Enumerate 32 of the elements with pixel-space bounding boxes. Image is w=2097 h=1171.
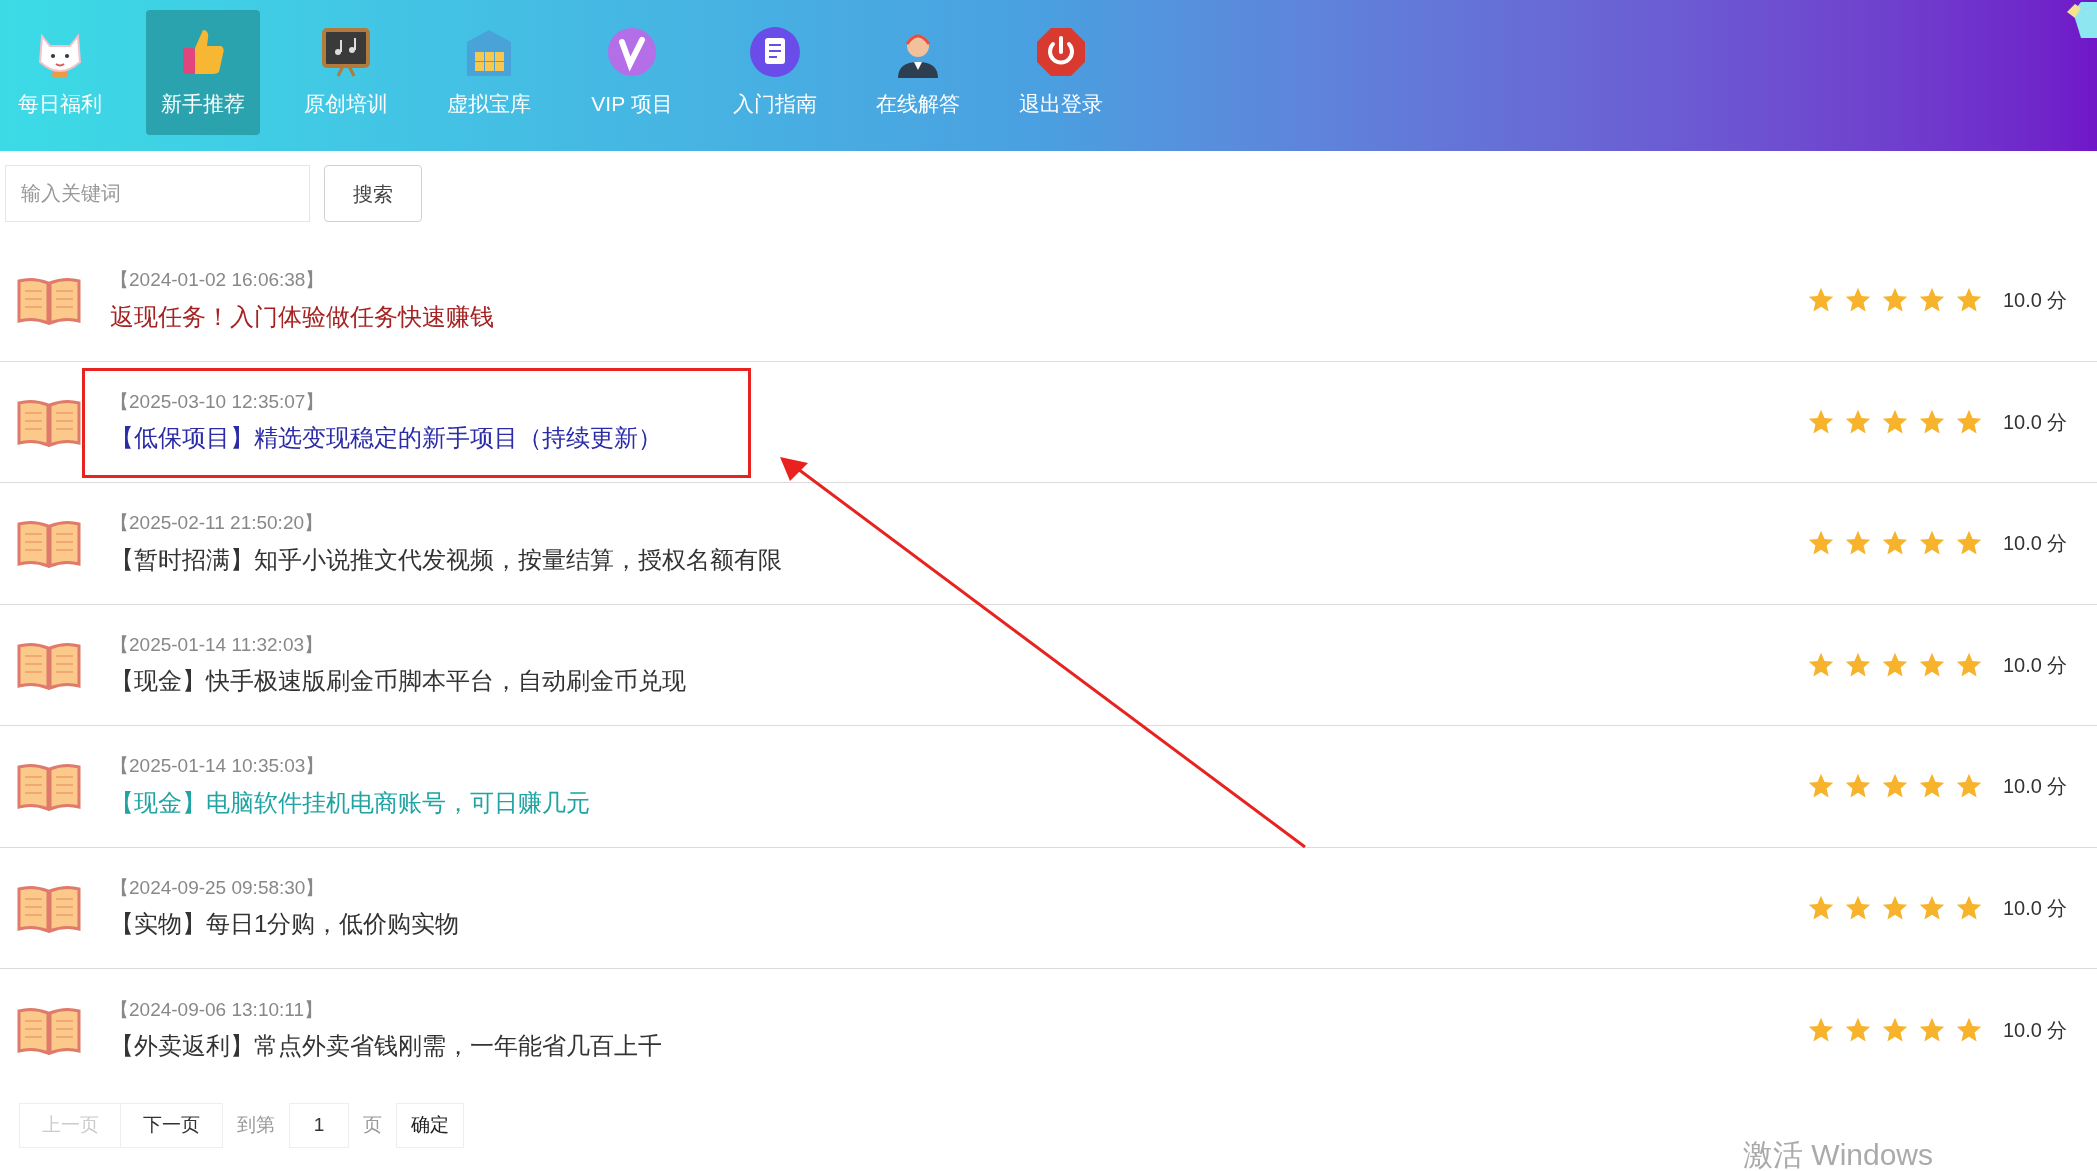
windows-activation-notice: 激活 Windows: [1743, 1140, 1934, 1170]
article-date: 【2025-02-11 21:50:20】: [110, 511, 324, 535]
article-title-link[interactable]: 【实物】每日1分购，低价购实物: [110, 906, 460, 942]
score-text: 10.0 分: [2003, 409, 2069, 435]
article-title-link[interactable]: 【低保项目】精选变现稳定的新手项目（持续更新）: [110, 420, 662, 456]
score-text: 10.0 分: [2003, 652, 2069, 678]
article-title-link[interactable]: 【暂时招满】知乎小说推文代发视频，按量结算，授权名额有限: [110, 541, 782, 578]
score-text: 10.0 分: [2003, 288, 2069, 314]
confirm-button[interactable]: 确定: [396, 1102, 464, 1148]
open-book-icon: [17, 275, 81, 326]
article-date: 【2025-01-14 10:35:03】: [110, 754, 325, 778]
article-title-link[interactable]: 【外卖返利】常点外卖省钱刚需，一年能省几百上千: [110, 1028, 662, 1064]
article-date: 【2024-01-02 16:06:38】: [110, 268, 325, 292]
article-date: 【2024-09-06 13:10:11】: [110, 997, 324, 1022]
article-date: 【2024-09-25 09:58:30】: [110, 875, 325, 900]
score-text: 10.0 分: [2003, 774, 2069, 800]
open-book-icon: [17, 518, 81, 569]
article-title-link[interactable]: 【现金】快手极速版刷金币脚本平台，自动刷金币兑现: [110, 663, 686, 699]
page-number-field[interactable]: 1: [289, 1102, 349, 1148]
score-text: 10.0 分: [2003, 531, 2069, 557]
next-page-button[interactable]: 下一页: [121, 1102, 223, 1148]
search-button[interactable]: 搜索: [324, 165, 422, 222]
score-text: 10.0 分: [2003, 895, 2069, 921]
goto-label: 到第: [237, 1112, 275, 1137]
article-date: 【2025-03-10 12:35:07】: [110, 389, 325, 414]
article-title-link[interactable]: 返现任务！入门体验做任务快速赚钱: [110, 298, 494, 335]
corner-logo-icon: [2067, 0, 2097, 40]
search-field[interactable]: 输入关键词: [5, 165, 310, 222]
open-book-icon: [17, 761, 81, 812]
page-suffix-label: 页: [363, 1112, 382, 1137]
article-date: 【2025-01-14 11:32:03】: [110, 632, 324, 657]
score-text: 10.0 分: [2003, 1017, 2069, 1043]
